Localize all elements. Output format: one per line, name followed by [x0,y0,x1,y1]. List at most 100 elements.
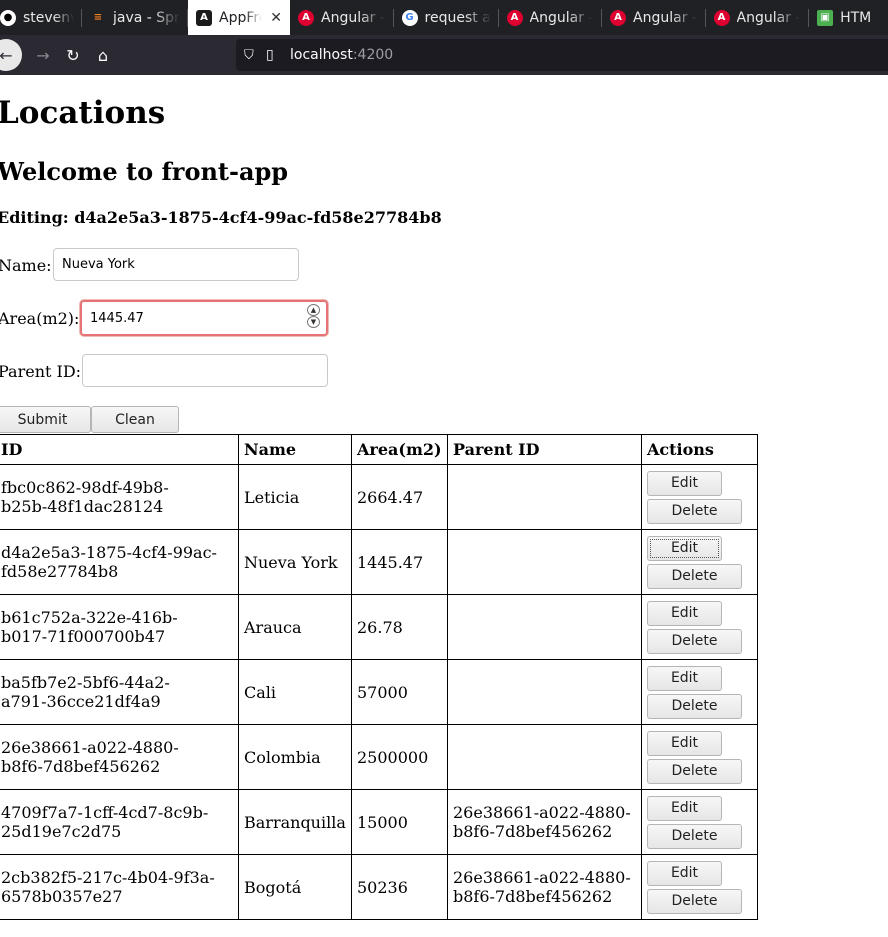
cell-area: 26.78 [351,594,448,660]
cell-name: Leticia [238,464,352,530]
edit-button[interactable]: Edit [647,470,722,496]
table-row: ba5fb7e2-5bf6-44a2- a791-36cce21df4a9 Cal… [0,659,758,725]
table-row: 2cb382f5-217c-4b04-9f3a- 6578b0357e27 Bog… [0,854,758,920]
cell-parent-id: 26e38661-a022-4880- b8f6-7d8bef456262 [447,789,642,855]
browser-tab[interactable]: ● stevenv1 [0,0,82,35]
cell-id: d4a2e5a3-1875-4cf4-99ac-fd58e27784b8 [0,529,239,595]
google-icon: G [401,9,418,26]
cell-actions: Edit Delete [641,789,758,855]
cell-parent-id [447,594,642,660]
cell-id: fbc0c862-98df-49b8- b25b-48f1dac28124 [0,464,239,530]
edit-button[interactable]: Edit [647,535,722,561]
delete-button[interactable]: Delete [647,693,742,719]
cell-parent-id: 26e38661-a022-4880- b8f6-7d8bef456262 [447,854,642,920]
cell-parent-id [447,464,642,530]
browser-tab[interactable]: A Angular - [602,0,706,35]
edit-button[interactable]: Edit [647,860,722,886]
welcome-heading: Welcome to front-app [0,157,289,186]
cell-id: b61c752a-322e-416b-b017-71f000700b47 [0,594,239,660]
area-input[interactable] [80,300,328,336]
area-stepper[interactable]: ▲ ▼ [307,304,320,328]
reload-icon[interactable]: ↻ [58,40,88,70]
edit-button[interactable]: Edit [647,600,722,626]
browser-tab[interactable]: A Angular - [290,0,394,35]
url-port: :4200 [352,47,394,63]
delete-button[interactable]: Delete [647,758,742,784]
table-row: b61c752a-322e-416b-b017-71f000700b47 Ara… [0,594,758,660]
browser-tab[interactable]: ≡ java - Spri [82,0,188,35]
github-icon: ● [0,9,16,26]
tab-title: Angular - [321,9,385,26]
url-host: localhost [290,47,353,63]
cell-actions: Edit Delete [641,529,758,595]
cell-actions: Edit Delete [641,464,758,530]
cell-id: 26e38661-a022-4880- b8f6-7d8bef456262 [0,724,239,790]
angular-icon: A [713,9,730,26]
delete-button[interactable]: Delete [647,498,742,524]
cell-area: 50236 [351,854,448,920]
column-header-parent-id: Parent ID [447,434,642,465]
angular-icon: A [506,9,523,26]
angular-icon: A [298,9,314,26]
url-bar[interactable]: ⛉ ▯ localhost:4200 [236,39,888,71]
cell-id: 4709f7a7-1cff-4cd7-8c9b- 25d19e7c2d75 [0,789,239,855]
submit-button[interactable]: Submit [0,406,91,433]
cell-name: Arauca [238,594,352,660]
stackoverflow-icon: ≡ [93,12,103,23]
column-header-actions: Actions [641,434,758,465]
cell-parent-id [447,659,642,725]
cell-actions: Edit Delete [641,594,758,660]
tab-title: java - Spri [113,9,180,26]
browser-tab[interactable]: A Angular - [499,0,603,35]
parent-id-input[interactable] [82,354,328,387]
shield-icon: ⛉ [244,47,254,63]
tab-title: HTM [840,9,872,26]
editing-label: Editing: d4a2e5a3-1875-4cf4-99ac-fd58e27… [0,208,442,227]
cell-id: ba5fb7e2-5bf6-44a2- a791-36cce21df4a9 [0,659,239,725]
tab-title: AppFro [219,9,262,26]
chevron-down-icon[interactable]: ▼ [307,316,320,328]
close-tab-icon[interactable]: ✕ [270,10,282,26]
cell-actions: Edit Delete [641,724,758,790]
browser-tab-active[interactable]: A AppFro ✕ [188,0,290,35]
forward-arrow-icon[interactable]: → [28,40,58,70]
tab-title: stevenv1 [23,9,74,26]
name-label: Name: [0,256,52,275]
page-title: Locations [0,95,166,131]
table-row: fbc0c862-98df-49b8- b25b-48f1dac28124 Let… [0,464,758,530]
home-icon[interactable]: ⌂ [88,40,118,70]
cell-name: Barranquilla [238,789,352,855]
browser-tab[interactable]: G request a [394,0,499,35]
area-field: ▲ ▼ [80,300,328,336]
page-icon: ▯ [266,47,274,63]
column-header-name: Name [238,434,352,465]
chevron-up-icon[interactable]: ▲ [307,304,320,316]
delete-button[interactable]: Delete [647,628,742,654]
table-row: 26e38661-a022-4880- b8f6-7d8bef456262 Col… [0,724,758,790]
browser-tab[interactable]: ▣ HTM [809,0,888,35]
back-arrow-icon[interactable]: ← [0,39,22,71]
table-row: 4709f7a7-1cff-4cd7-8c9b- 25d19e7c2d75 Bar… [0,789,758,855]
cell-name: Cali [238,659,352,725]
edit-button[interactable]: Edit [647,795,722,821]
html-icon: ▣ [817,9,834,26]
edit-button[interactable]: Edit [647,665,722,691]
browser-tab[interactable]: A Angular - [706,0,810,35]
cell-area: 2664.47 [351,464,448,530]
cell-area: 15000 [351,789,448,855]
cell-parent-id [447,724,642,790]
clean-button[interactable]: Clean [91,406,179,433]
browser-nav-bar: ← → ↻ ⌂ ⛉ ▯ localhost:4200 [0,35,888,75]
edit-button[interactable]: Edit [647,730,722,756]
name-input[interactable] [53,248,299,281]
delete-button[interactable]: Delete [647,563,742,589]
parent-id-label: Parent ID: [0,362,82,381]
table-header-row: ID Name Area(m2) Parent ID Actions [0,434,758,465]
angular-icon: A [196,9,212,26]
delete-button[interactable]: Delete [647,823,742,849]
tab-title: Angular - [736,9,801,26]
cell-actions: Edit Delete [641,659,758,725]
cell-parent-id [447,529,642,595]
table-row: d4a2e5a3-1875-4cf4-99ac-fd58e27784b8 Nue… [0,529,758,595]
delete-button[interactable]: Delete [647,888,742,914]
